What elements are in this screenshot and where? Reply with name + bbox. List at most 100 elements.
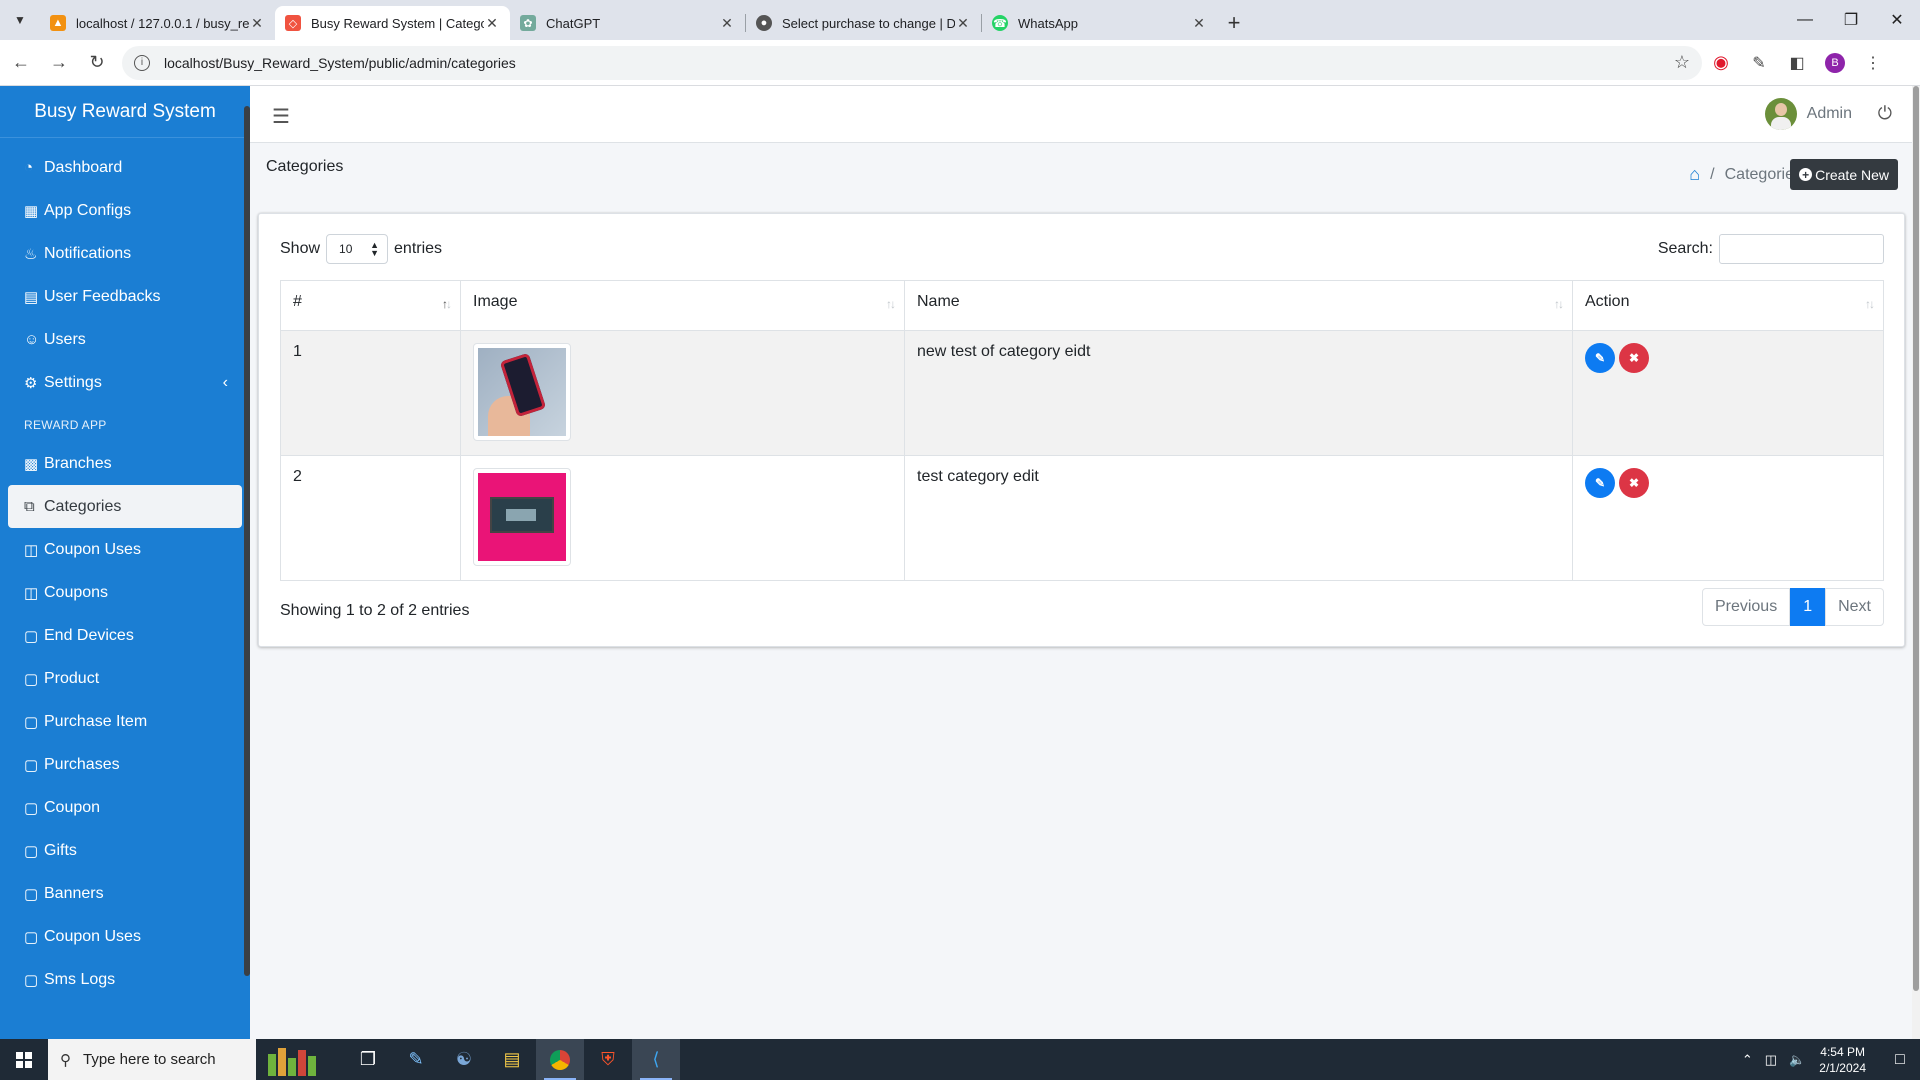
tab-search-button[interactable]: ▼	[0, 0, 40, 40]
sidebar-scrollbar-thumb[interactable]	[244, 106, 250, 976]
close-icon[interactable]: ✕	[1191, 15, 1207, 32]
edit-button[interactable]: ✎	[1585, 468, 1615, 498]
sidebar-item-purchase-item[interactable]: ▢ Purchase Item	[8, 700, 242, 743]
sidebar-item-gifts[interactable]: ▢ Gifts	[8, 829, 242, 872]
sidebar-item-user-feedbacks[interactable]: ▤ User Feedbacks	[8, 275, 242, 318]
back-icon[interactable]: ←	[4, 46, 38, 80]
sidebar-item-coupon-uses[interactable]: ◫ Coupon Uses	[8, 528, 242, 571]
file-explorer-icon[interactable]: ▤	[488, 1039, 536, 1080]
forward-icon[interactable]: →	[42, 46, 76, 80]
clock[interactable]: 4:54 PM 2/1/2024	[1819, 1044, 1866, 1076]
profile-avatar[interactable]: B	[1816, 46, 1854, 80]
sidebar-item-banners[interactable]: ▢ Banners	[8, 872, 242, 915]
square-icon: ▢	[24, 885, 39, 903]
sidebar-item-purchases[interactable]: ▢ Purchases	[8, 743, 242, 786]
close-icon: ✖	[1628, 351, 1640, 365]
browser-tab-active[interactable]: ◇ Busy Reward System | Categorie ✕	[275, 6, 510, 40]
new-tab-button[interactable]: +	[1217, 6, 1251, 40]
site-info-icon[interactable]: i	[134, 54, 150, 71]
close-icon[interactable]: ✕	[955, 15, 971, 32]
pagination-next[interactable]: Next	[1825, 588, 1884, 626]
hamburger-menu-icon[interactable]: ☰	[272, 104, 290, 129]
sidebar-item-coupon[interactable]: ▢ Coupon	[8, 786, 242, 829]
sidebar-item-settings[interactable]: ⚙ Settings ‹	[8, 361, 242, 404]
sidebar-nav: ◔ Dashboard ▦ App Configs ♨ Notifications ▤…	[0, 138, 250, 1001]
sidebar-item-end-devices[interactable]: ▢ End Devices	[8, 614, 242, 657]
browser-menu-icon[interactable]: ⋮	[1854, 46, 1892, 80]
vscode-icon[interactable]: ⟨	[632, 1039, 680, 1080]
search-input[interactable]	[1719, 234, 1884, 264]
reload-icon[interactable]: ↻	[80, 46, 114, 80]
column-header-number[interactable]: # ↑↓	[280, 280, 461, 331]
sidebar-item-branches[interactable]: ▩ Branches	[8, 442, 242, 485]
edit-button[interactable]: ✎	[1585, 343, 1615, 373]
pagination-page[interactable]: 1	[1790, 588, 1826, 626]
sidebar-item-product[interactable]: ▢ Product	[8, 657, 242, 700]
sidebar-item-sms-logs[interactable]: ▢ Sms Logs	[8, 958, 242, 1001]
close-icon[interactable]: ✕	[249, 15, 265, 32]
chevron-up-icon[interactable]: ⌃	[1742, 1052, 1753, 1068]
browser-tab[interactable]: ✿ ChatGPT ✕	[510, 6, 745, 40]
square-icon: ▢	[24, 799, 39, 817]
category-image[interactable]	[473, 468, 571, 566]
table-row: 1 new test of category eidt ✎ ✖	[280, 330, 1884, 456]
news-widget-icon[interactable]	[256, 1039, 344, 1080]
notepad-icon[interactable]: ✎	[392, 1039, 440, 1080]
clock-time: 4:54 PM	[1820, 1044, 1865, 1059]
brave-icon[interactable]: ⛨	[584, 1039, 632, 1080]
close-window-icon[interactable]: ✕	[1874, 0, 1920, 40]
browser-tab[interactable]: ▲ localhost / 127.0.0.1 / busy_rew ✕	[40, 6, 275, 40]
sidebar-scrollbar[interactable]	[244, 86, 250, 1039]
sidebar-item-notifications[interactable]: ♨ Notifications	[8, 232, 242, 275]
brand-link[interactable]: Busy Reward System	[0, 86, 250, 138]
sidebar-item-label: Banners	[44, 884, 104, 902]
pencil-icon: ✎	[1594, 351, 1606, 365]
sidebar-item-coupons[interactable]: ◫ Coupons	[8, 571, 242, 614]
sidebar-item-users[interactable]: ☺ Users	[8, 318, 242, 361]
sidebar-item-coupon-uses-2[interactable]: ▢ Coupon Uses	[8, 915, 242, 958]
restore-icon[interactable]: ❐	[1828, 0, 1874, 40]
page-scrollbar-thumb[interactable]	[1913, 86, 1919, 991]
page-length-select[interactable]: 10 ▲ ▼	[326, 234, 389, 264]
postgres-icon[interactable]: ☯	[440, 1039, 488, 1080]
bookmark-star-icon[interactable]: ☆	[1674, 52, 1690, 73]
delete-button[interactable]: ✖	[1619, 468, 1649, 498]
browser-tab[interactable]: ● Select purchase to change | Dja ✕	[746, 6, 981, 40]
start-button[interactable]	[0, 1039, 48, 1080]
url-bar[interactable]: i localhost/Busy_Reward_System/public/ad…	[122, 45, 1702, 80]
notification-center-icon[interactable]: □	[1880, 1051, 1920, 1069]
user-menu[interactable]: Admin	[1764, 98, 1852, 130]
close-icon[interactable]: ✕	[719, 15, 735, 32]
power-logout-icon[interactable]: ⏻	[1878, 103, 1892, 124]
row-number: 2	[280, 455, 461, 581]
chrome-icon[interactable]	[536, 1039, 584, 1080]
sidebar-item-categories[interactable]: ⧉ Categories	[8, 485, 242, 528]
sidebar-item-dashboard[interactable]: ◔ Dashboard	[8, 146, 242, 189]
url-text[interactable]: localhost/Busy_Reward_System/public/admi…	[164, 55, 1674, 71]
extensions-puzzle-icon[interactable]: ✎	[1740, 46, 1778, 80]
category-image[interactable]	[473, 343, 571, 441]
taskbar-search[interactable]: ⚲ Type here to search	[48, 1039, 256, 1080]
close-icon[interactable]: ✕	[484, 15, 500, 32]
system-tray: ⌃ ◫ 🔈 4:54 PM 2/1/2024 □	[1736, 1039, 1920, 1080]
delete-button[interactable]: ✖	[1619, 343, 1649, 373]
opera-extension-icon[interactable]: ◉	[1702, 46, 1740, 80]
pagination-previous[interactable]: Previous	[1701, 588, 1791, 626]
side-panel-icon[interactable]: ◧	[1778, 46, 1816, 80]
sidebar-item-app-configs[interactable]: ▦ App Configs	[8, 189, 242, 232]
task-view-icon[interactable]: ❐	[344, 1039, 392, 1080]
minimize-icon[interactable]: —	[1782, 0, 1828, 40]
home-icon[interactable]: ⌂	[1689, 164, 1700, 185]
column-header-action[interactable]: Action ↑↓	[1572, 280, 1884, 331]
network-icon[interactable]: ◫	[1765, 1052, 1777, 1068]
row-actions: ✎ ✖	[1572, 455, 1884, 581]
sidebar-item-label: Branches	[44, 454, 112, 472]
create-new-button[interactable]: + Create New	[1790, 159, 1898, 190]
sidebar-item-label: Coupon Uses	[44, 540, 141, 558]
chevron-left-icon: ‹	[222, 373, 228, 391]
page-scrollbar[interactable]	[1912, 86, 1920, 1039]
column-header-name[interactable]: Name ↑↓	[904, 280, 1573, 331]
browser-tab[interactable]: ☎ WhatsApp ✕	[982, 6, 1217, 40]
column-header-image[interactable]: Image ↑↓	[460, 280, 905, 331]
volume-icon[interactable]: 🔈	[1789, 1052, 1805, 1068]
